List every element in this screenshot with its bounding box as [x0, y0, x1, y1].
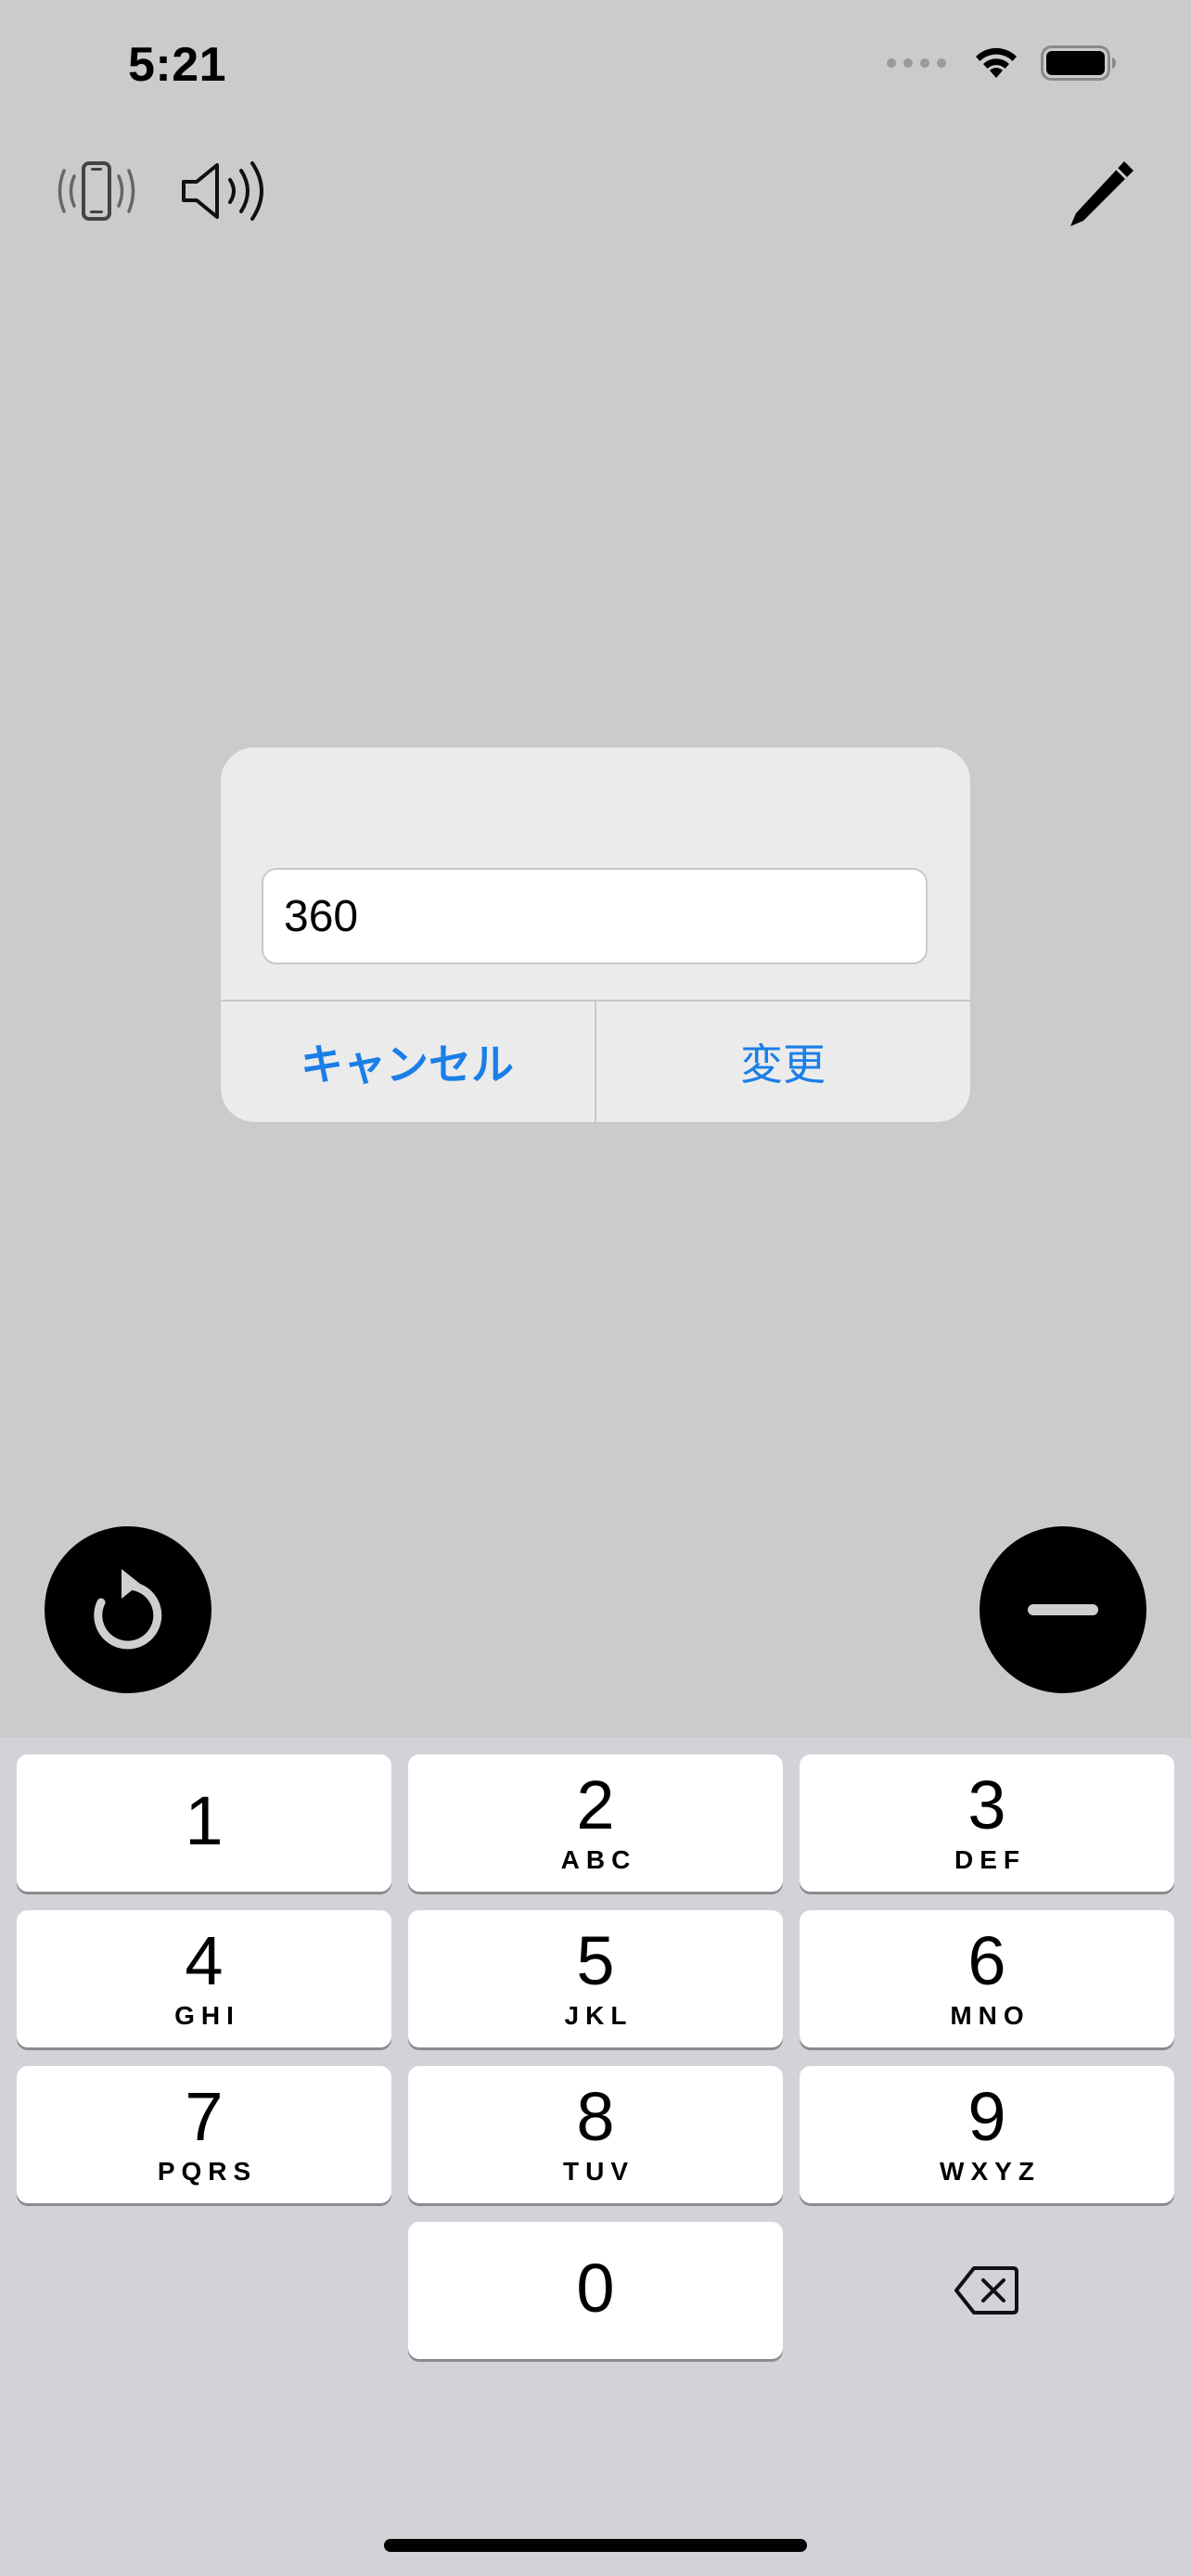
- key-digit: 3: [967, 1766, 1006, 1843]
- home-indicator[interactable]: [384, 2539, 807, 2552]
- key-letters: JKL: [564, 2001, 634, 2030]
- key-letters: WXYZ: [940, 2157, 1041, 2186]
- key-digit: 7: [185, 2078, 224, 2155]
- key-8[interactable]: 8 TUV: [408, 2066, 783, 2203]
- status-indicators: [887, 45, 1117, 82]
- rotate-clockwise-icon: [94, 1569, 162, 1650]
- value-alert-dialog: 360 キャンセル 変更: [221, 747, 970, 1122]
- battery-icon: [1041, 45, 1116, 81]
- key-letters: DEF: [954, 1845, 1026, 1874]
- minus-button[interactable]: [980, 1526, 1146, 1693]
- value-input[interactable]: 360: [262, 868, 928, 964]
- key-digit: 1: [185, 1782, 224, 1859]
- sound-toggle[interactable]: [180, 159, 271, 227]
- numeric-keypad: 1 2 ABC 3 DEF 4 GHI 5 JKL 6 MNO 7 PQRS 8…: [0, 1738, 1191, 2576]
- key-digit: 4: [185, 1922, 224, 1999]
- key-4[interactable]: 4 GHI: [17, 1910, 391, 2047]
- backspace-icon: [954, 2266, 1018, 2315]
- key-7[interactable]: 7 PQRS: [17, 2066, 391, 2203]
- key-5[interactable]: 5 JKL: [408, 1910, 783, 2047]
- reset-button[interactable]: [45, 1526, 211, 1693]
- key-letters: MNO: [950, 2001, 1031, 2030]
- pencil-icon: [1070, 161, 1133, 226]
- key-letters: PQRS: [157, 2157, 258, 2186]
- key-digit: 8: [576, 2078, 615, 2155]
- status-time: 5:21: [128, 38, 227, 92]
- key-letters: GHI: [174, 2001, 240, 2030]
- cellular-signal-icon: [887, 58, 946, 68]
- change-button[interactable]: 変更: [596, 1001, 969, 1122]
- speaker-wave-icon: [182, 161, 263, 221]
- vibrate-toggle[interactable]: [52, 159, 141, 227]
- key-digit: 2: [576, 1766, 615, 1843]
- key-3[interactable]: 3 DEF: [800, 1754, 1174, 1892]
- phone-vibrate-icon: [58, 161, 135, 221]
- key-1[interactable]: 1: [17, 1754, 391, 1892]
- edit-button[interactable]: [1063, 156, 1139, 236]
- key-digit: 6: [967, 1922, 1006, 1999]
- key-0[interactable]: 0: [408, 2222, 783, 2359]
- key-9[interactable]: 9 WXYZ: [800, 2066, 1174, 2203]
- minus-icon: [1028, 1604, 1098, 1615]
- cancel-button[interactable]: キャンセル: [221, 1001, 594, 1122]
- backspace-key[interactable]: [800, 2222, 1174, 2359]
- key-digit: 5: [576, 1922, 615, 1999]
- key-2[interactable]: 2 ABC: [408, 1754, 783, 1892]
- wifi-icon: [976, 47, 1017, 78]
- key-digit: 0: [576, 2250, 615, 2327]
- key-digit: 9: [967, 2078, 1006, 2155]
- key-6[interactable]: 6 MNO: [800, 1910, 1174, 2047]
- key-letters: TUV: [563, 2157, 634, 2186]
- key-letters: ABC: [560, 1845, 637, 1874]
